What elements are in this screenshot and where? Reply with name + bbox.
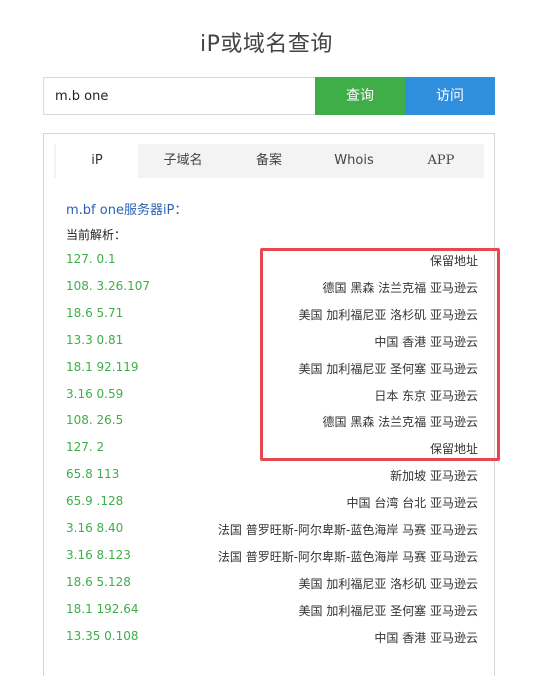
ip-location: 德国 黑森 法兰克福 亚马逊云	[322, 280, 478, 295]
ip-address[interactable]: 65.9 .128	[66, 494, 123, 508]
ip-location: 保留地址	[429, 442, 478, 457]
ip-location: 中国 香港 亚马逊云	[374, 630, 478, 645]
tab-app[interactable]: APP	[398, 144, 484, 178]
result-row: 18.1 192.64 美国 加利福尼亚 圣何塞 亚马逊云	[66, 602, 478, 622]
tab-bar: iP 子域名 备案 Whois APP	[54, 144, 484, 178]
ip-location: 新加坡 亚马逊云	[390, 469, 478, 484]
result-row: 18.6 5.128 美国 加利福尼亚 洛杉矶 亚马逊云	[66, 575, 478, 595]
result-row: 13.35 0.108 中国 香港 亚马逊云	[66, 629, 478, 649]
result-row: 3.16 8.40 法国 普罗旺斯-阿尔卑斯-蓝色海岸 马赛 亚马逊云	[66, 521, 478, 541]
ip-address[interactable]: 108. 26.5	[66, 413, 123, 427]
ip-location: 美国 加利福尼亚 圣何塞 亚马逊云	[298, 603, 478, 618]
ip-address[interactable]: 18.1 192.64	[66, 602, 139, 616]
ip-address[interactable]: 65.8 113	[66, 467, 119, 481]
result-row: 127. 0.1 保留地址	[66, 252, 478, 272]
ip-address[interactable]: 108. 3.26.107	[66, 279, 150, 293]
ip-address[interactable]: 127. 0.1	[66, 252, 116, 266]
ip-location: 日本 东京 亚马逊云	[374, 388, 478, 403]
search-bar: 查询 访问	[43, 77, 495, 115]
search-input[interactable]	[43, 77, 326, 115]
ip-address[interactable]: 3.16 0.59	[66, 387, 123, 401]
ip-location: 保留地址	[429, 254, 478, 268]
result-row: 65.8 113 新加坡 亚马逊云	[66, 467, 478, 487]
tab-subdomain[interactable]: 子域名	[138, 144, 228, 178]
result-row: 108. 3.26.107 德国 黑森 法兰克福 亚马逊云	[66, 279, 478, 299]
result-row: 13.3 0.81 中国 香港 亚马逊云	[66, 333, 478, 353]
ip-address[interactable]: 18.6 5.71	[66, 306, 123, 320]
result-row: 18.1 92.119 美国 加利福尼亚 圣何塞 亚马逊云	[66, 360, 478, 380]
ip-location: 美国 加利福尼亚 圣何塞 亚马逊云	[298, 361, 478, 376]
ip-address[interactable]: 18.6 5.128	[66, 575, 131, 589]
tab-beian[interactable]: 备案	[228, 144, 310, 178]
ip-address[interactable]: 3.16 8.123	[66, 548, 131, 562]
ip-location: 法国 普罗旺斯-阿尔卑斯-蓝色海岸 马赛 亚马逊云	[217, 549, 478, 564]
ip-address[interactable]: 127. 2	[66, 440, 104, 454]
ip-address[interactable]: 18.1 92.119	[66, 360, 139, 374]
result-row: 3.16 0.59 日本 东京 亚马逊云	[66, 387, 478, 407]
tab-ip[interactable]: iP	[56, 144, 138, 178]
current-resolution-label: 当前解析：	[66, 228, 127, 242]
ip-location: 美国 加利福尼亚 洛杉矶 亚马逊云	[298, 576, 478, 591]
ip-location: 德国 黑森 法兰克福 亚马逊云	[322, 415, 478, 430]
ip-location: 法国 普罗旺斯-阿尔卑斯-蓝色海岸 马赛 亚马逊云	[217, 523, 478, 537]
ip-location: 中国 台湾 台北 亚马逊云	[346, 496, 478, 511]
ip-address[interactable]: 3.16 8.40	[66, 521, 123, 535]
ip-address[interactable]: 13.3 0.81	[66, 333, 123, 347]
result-row: 18.6 5.71 美国 加利福尼亚 洛杉矶 亚马逊云	[66, 306, 478, 326]
server-ip-label: m.bf one服务器iP：	[66, 203, 188, 218]
ip-location: 中国 香港 亚马逊云	[374, 334, 478, 349]
ip-address[interactable]: 13.35 0.108	[66, 629, 139, 643]
result-row: 65.9 .128 中国 台湾 台北 亚马逊云	[66, 494, 478, 514]
visit-button[interactable]: 访问	[405, 77, 495, 115]
results-panel: iP 子域名 备案 Whois APP m.bf one服务器iP： 当前解析：…	[43, 133, 495, 676]
query-button[interactable]: 查询	[315, 77, 405, 115]
result-row: 127. 2 保留地址	[66, 440, 478, 460]
ip-location: 美国 加利福尼亚 洛杉矶 亚马逊云	[298, 307, 478, 322]
page-title: iP或域名查询	[200, 32, 333, 57]
result-row: 3.16 8.123 法国 普罗旺斯-阿尔卑斯-蓝色海岸 马赛 亚马逊云	[66, 548, 478, 568]
result-row: 108. 26.5 德国 黑森 法兰克福 亚马逊云	[66, 413, 478, 433]
tab-whois[interactable]: Whois	[310, 144, 398, 178]
